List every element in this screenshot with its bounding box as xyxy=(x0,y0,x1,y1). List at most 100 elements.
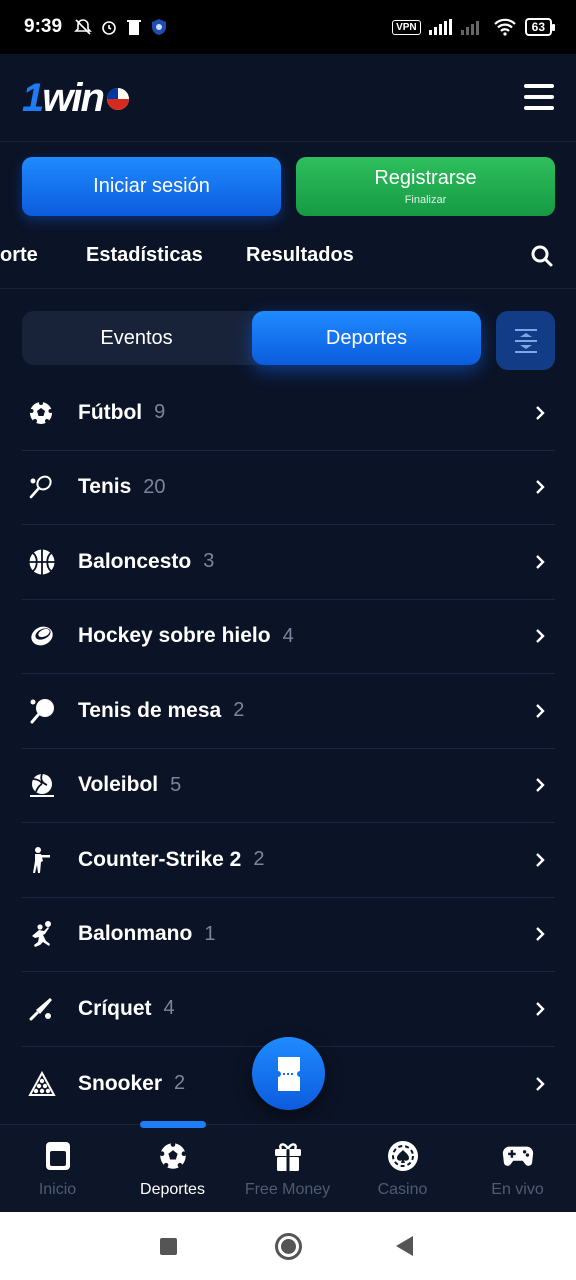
list-item[interactable]: Fútbol 9 xyxy=(22,376,555,451)
register-label: Registrarse xyxy=(374,167,477,189)
sport-name: Hockey sobre hielo xyxy=(78,624,271,648)
event-count: 1 xyxy=(204,922,216,945)
nav-label: Deportes xyxy=(140,1181,205,1198)
back-button[interactable] xyxy=(396,1236,413,1256)
menu-icon[interactable] xyxy=(524,84,554,110)
sport-name: Tenis de mesa xyxy=(78,698,222,722)
events-sports-toggle: Eventos Deportes xyxy=(22,311,481,365)
home-button[interactable] xyxy=(275,1233,302,1260)
system-navigation-bar xyxy=(0,1212,576,1280)
shield-icon xyxy=(152,19,167,35)
list-item[interactable]: Counter-Strike 2 2 xyxy=(22,823,555,898)
nav-free-money[interactable]: Free Money xyxy=(230,1139,345,1199)
list-item[interactable]: Tenis de mesa 2 xyxy=(22,674,555,749)
list-item[interactable]: Tenis 20 xyxy=(22,451,555,525)
segment-deportes[interactable]: Deportes xyxy=(252,311,481,365)
soccer-ball-icon xyxy=(29,400,53,424)
hockey-puck-icon xyxy=(31,626,53,646)
battery-indicator: 63 xyxy=(524,18,556,36)
tab-resultados[interactable]: Resultados xyxy=(246,244,354,267)
basketball-icon xyxy=(29,549,55,575)
sport-name: Balonmano xyxy=(78,922,193,946)
sport-name: Críquet xyxy=(78,996,152,1020)
bell-off-icon xyxy=(74,19,92,35)
event-count: 2 xyxy=(253,848,265,871)
event-count: 4 xyxy=(282,624,294,647)
soldier-icon xyxy=(33,846,50,873)
event-count: 2 xyxy=(233,699,245,722)
bottom-navigation: Inicio Deportes Free Money Casino En viv… xyxy=(0,1121,576,1212)
app-header: 1win xyxy=(0,54,576,142)
event-count: 20 xyxy=(143,475,166,498)
signal-weak-icon xyxy=(460,21,479,35)
nav-label: En vivo xyxy=(491,1181,544,1198)
list-item[interactable]: Balonmano 1 xyxy=(22,898,555,972)
logo[interactable]: 1win xyxy=(22,76,129,121)
chevron-right-icon xyxy=(536,1001,545,1016)
system-indicators: VPN 63 xyxy=(392,18,556,36)
ticket-icon xyxy=(277,1056,300,1091)
snooker-triangle-icon xyxy=(28,1070,56,1096)
notification-icons xyxy=(74,18,168,36)
gift-icon xyxy=(274,1143,301,1171)
list-item[interactable]: Críquet 4 xyxy=(22,972,555,1047)
nav-inicio[interactable]: Inicio xyxy=(0,1139,115,1199)
nav-label: Casino xyxy=(377,1181,428,1198)
sport-name: Snooker xyxy=(78,1071,163,1095)
chevron-right-icon xyxy=(536,554,545,569)
register-sublabel: Finalizar xyxy=(404,194,447,206)
tab-deporte[interactable]: orte xyxy=(0,244,38,267)
handball-icon xyxy=(32,921,51,948)
casino-chip-icon xyxy=(387,1141,418,1171)
cricket-bat-icon xyxy=(29,997,52,1021)
collapse-all-button[interactable] xyxy=(496,311,555,370)
sport-name: Tenis xyxy=(78,475,132,499)
chevron-right-icon xyxy=(536,778,545,793)
table-tennis-icon xyxy=(30,698,54,724)
home-icon xyxy=(45,1142,70,1170)
chevron-right-icon xyxy=(536,703,545,718)
chevron-right-icon xyxy=(536,405,545,420)
chevron-right-icon xyxy=(536,1076,545,1091)
tennis-racket-icon xyxy=(29,475,52,499)
clock: 9:39 xyxy=(24,16,63,37)
bet-slip-button[interactable] xyxy=(252,1037,325,1110)
event-count: 4 xyxy=(163,997,175,1020)
nav-casino[interactable]: Casino xyxy=(345,1139,460,1199)
nav-label: Inicio xyxy=(38,1181,77,1198)
recents-button[interactable] xyxy=(160,1238,177,1255)
sports-list: Fútbol 9 Tenis 20 Baloncesto 3 Hockey so… xyxy=(22,376,555,1121)
nav-deportes[interactable]: Deportes xyxy=(115,1139,230,1199)
list-item[interactable]: Voleibol 5 xyxy=(22,749,555,823)
list-item[interactable]: Baloncesto 3 xyxy=(22,525,555,600)
register-button[interactable]: Registrarse Finalizar xyxy=(296,157,555,216)
auth-buttons: Iniciar sesión Registrarse Finalizar xyxy=(22,157,555,216)
volleyball-icon xyxy=(30,773,54,798)
event-count: 2 xyxy=(174,1072,186,1095)
sport-name: Baloncesto xyxy=(78,549,192,573)
wifi-icon xyxy=(493,18,516,36)
logo-text: 1win xyxy=(22,76,105,120)
collapse-icon xyxy=(514,328,537,353)
search-icon[interactable] xyxy=(530,244,554,268)
event-count: 3 xyxy=(203,550,215,573)
sport-name: Voleibol xyxy=(78,773,159,797)
trash-icon xyxy=(127,20,142,35)
list-item[interactable]: Hockey sobre hielo 4 xyxy=(22,600,555,674)
chevron-right-icon xyxy=(536,480,545,495)
event-count: 5 xyxy=(170,773,182,796)
gamepad-icon xyxy=(502,1146,533,1166)
section-tabs: orte Estadísticas Resultados xyxy=(0,222,576,289)
nav-label: Free Money xyxy=(244,1181,331,1198)
sport-name: Counter-Strike 2 xyxy=(78,847,242,871)
status-bar: 9:39 VPN 63 xyxy=(0,0,576,54)
nav-en-vivo[interactable]: En vivo xyxy=(460,1139,575,1199)
chevron-right-icon xyxy=(536,852,545,867)
login-button[interactable]: Iniciar sesión xyxy=(22,157,281,216)
soccer-ball-icon xyxy=(159,1142,186,1169)
segment-eventos[interactable]: Eventos xyxy=(22,311,251,365)
chevron-right-icon xyxy=(536,629,545,644)
tab-estadisticas[interactable]: Estadísticas xyxy=(86,244,203,267)
active-tab-indicator xyxy=(140,1121,206,1128)
chile-flag-icon xyxy=(106,87,129,110)
